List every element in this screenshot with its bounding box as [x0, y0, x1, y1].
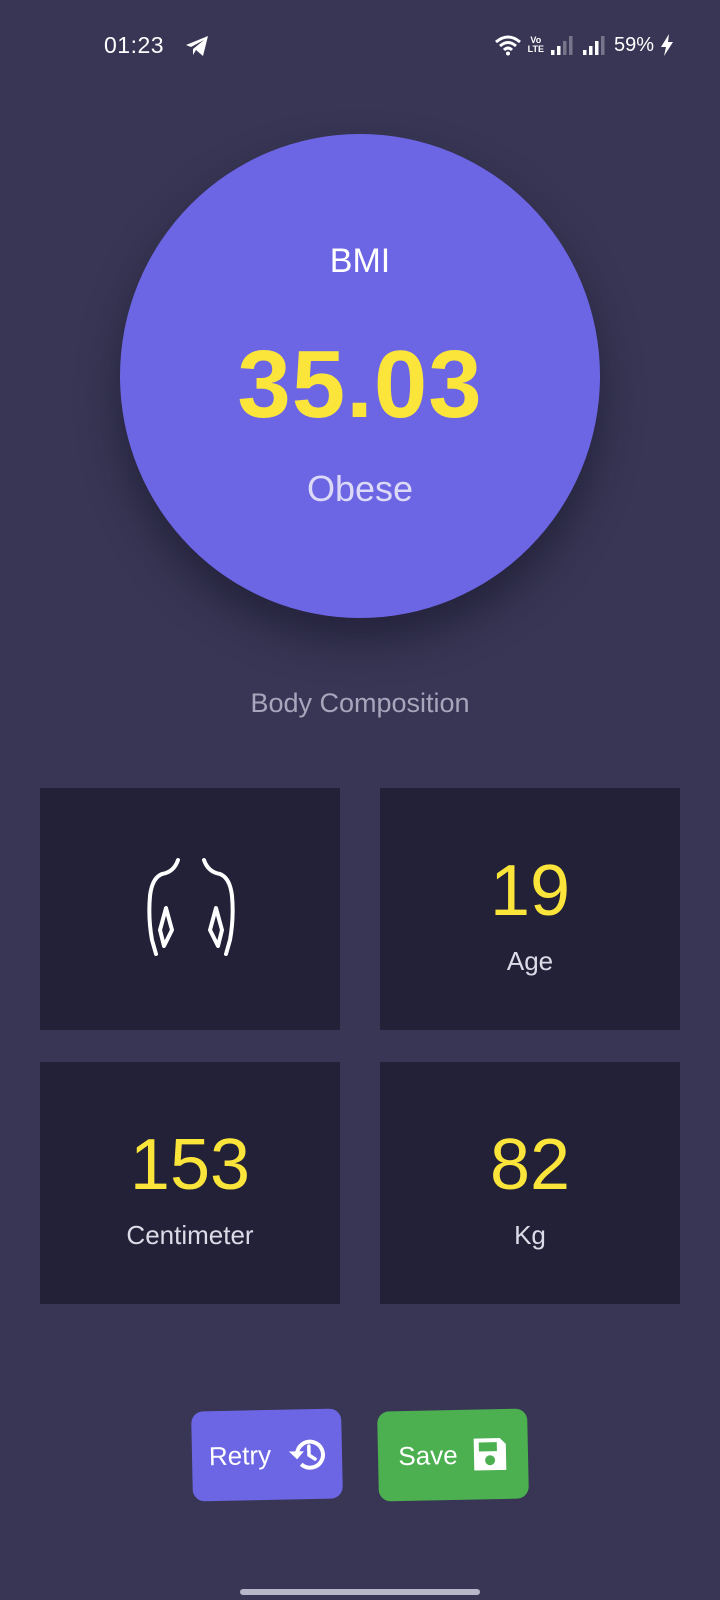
signal-icon-sim2 — [582, 36, 605, 55]
retry-button-label: Retry — [208, 1439, 272, 1471]
wifi-icon — [494, 35, 521, 56]
age-value: 19 — [489, 851, 571, 931]
weight-card: 82 Kg — [380, 1062, 680, 1304]
age-label: Age — [506, 946, 554, 976]
battery-percentage: 59% — [613, 33, 654, 56]
signal-icon-sim1 — [550, 36, 573, 55]
volte-icon: Vo LTE — [527, 35, 544, 54]
gender-male-icon — [147, 858, 235, 956]
status-time: 01:23 — [104, 32, 165, 58]
charging-bolt-icon — [661, 34, 673, 56]
telegram-icon — [186, 36, 208, 56]
save-button-label: Save — [398, 1439, 458, 1471]
history-icon — [288, 1439, 326, 1470]
home-indicator[interactable] — [240, 1589, 480, 1595]
bmi-label: BMI — [329, 242, 391, 280]
status-bar: 01:23 Vo LTE 59% — [0, 0, 720, 92]
age-card: 19 Age — [380, 788, 680, 1030]
height-card: 153 Centimeter — [40, 1062, 340, 1304]
bmi-category: Obese — [306, 468, 414, 509]
gender-card — [40, 788, 340, 1030]
height-unit-label: Centimeter — [126, 1220, 254, 1250]
retry-button[interactable]: Retry — [191, 1408, 343, 1502]
height-value: 153 — [129, 1125, 251, 1205]
floppy-disk-icon — [473, 1438, 506, 1471]
bmi-result-screen: 01:23 Vo LTE 59% BMI 35.03 Obese Body Co… — [0, 0, 720, 1600]
weight-unit-label: Kg — [514, 1220, 546, 1250]
bmi-result-circle: BMI 35.03 Obese — [120, 134, 600, 618]
status-icons: Vo LTE 59% — [494, 30, 674, 60]
weight-value: 82 — [489, 1125, 571, 1205]
bmi-value: 35.03 — [237, 331, 483, 438]
section-title: Body Composition — [250, 688, 470, 718]
save-button[interactable]: Save — [377, 1408, 529, 1502]
